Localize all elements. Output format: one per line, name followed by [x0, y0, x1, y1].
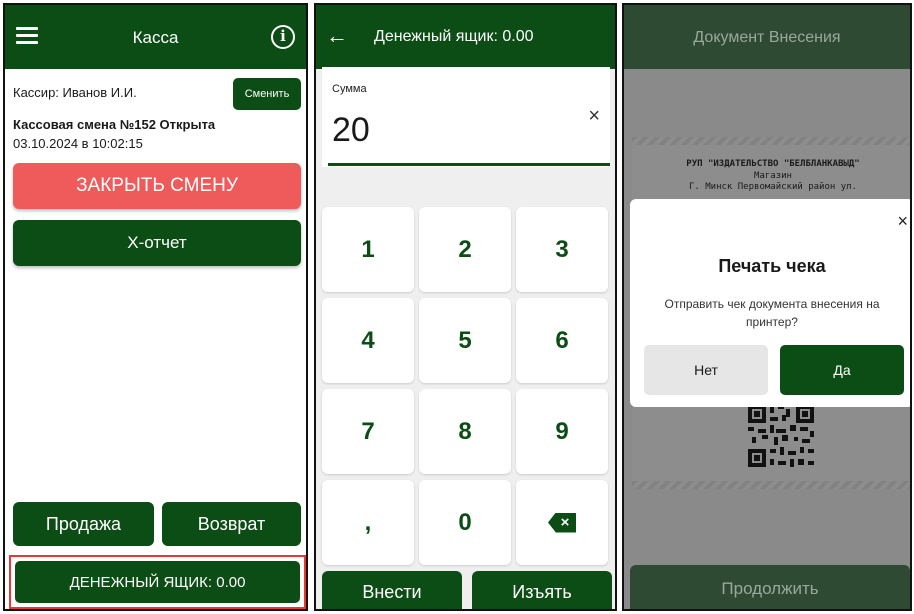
- qr-code-icon: [748, 405, 814, 467]
- receipt-organization: РУП "ИЗДАТЕЛЬСТВО "БЕЛБЛАНКАВЫД": [686, 159, 860, 169]
- key-3[interactable]: 3: [516, 207, 608, 292]
- deposit-document-screen: Документ Внесения РУП "ИЗДАТЕЛЬСТВО "БЕЛ…: [622, 3, 912, 611]
- shift-status: Кассовая смена №152 Открыта: [13, 117, 216, 132]
- screen-title: Денежный ящик: 0.00: [374, 28, 534, 45]
- close-shift-button[interactable]: ЗАКРЫТЬ СМЕНУ: [13, 163, 301, 209]
- sum-underline: [328, 163, 610, 166]
- app-bar: ← Денежный ящик: 0.00: [316, 5, 615, 69]
- app-bar: Документ Внесения: [624, 5, 910, 69]
- shift-date: 03.10.2024 в 10:02:15: [13, 136, 143, 151]
- x-report-button[interactable]: Х-отчет: [13, 220, 301, 266]
- receipt-shop: Магазин: [754, 171, 792, 181]
- key-comma[interactable]: ,: [322, 480, 414, 565]
- backspace-icon: ×: [548, 512, 576, 533]
- cashier-name: Кассир: Иванов И.И.: [13, 85, 137, 100]
- app-bar: Касса i: [5, 5, 306, 69]
- receipt-edge: [632, 137, 910, 145]
- return-button[interactable]: Возврат: [162, 502, 301, 546]
- receipt-address: Г. Минск Первомайский район ул.: [689, 182, 857, 192]
- sum-field[interactable]: Сумма 20 ×: [322, 67, 610, 167]
- key-6[interactable]: 6: [516, 298, 608, 383]
- receipt-edge: [632, 481, 910, 489]
- clear-icon[interactable]: ×: [588, 105, 600, 128]
- key-9[interactable]: 9: [516, 389, 608, 474]
- screen-title: Документ Внесения: [693, 29, 841, 46]
- info-icon[interactable]: i: [271, 25, 295, 49]
- key-5[interactable]: 5: [419, 298, 511, 383]
- continue-button[interactable]: Продолжить: [630, 565, 910, 609]
- sum-input[interactable]: 20: [332, 111, 370, 150]
- close-icon[interactable]: ×: [897, 211, 908, 232]
- screen-title: Касса: [132, 28, 179, 47]
- dialog-title: Печать чека: [718, 256, 826, 276]
- backspace-key[interactable]: ×: [516, 480, 608, 565]
- sale-button[interactable]: Продажа: [13, 502, 154, 546]
- key-0[interactable]: 0: [419, 480, 511, 565]
- sum-label: Сумма: [332, 83, 367, 95]
- kassa-screen: Касса i Кассир: Иванов И.И. Сменить Касс…: [3, 3, 308, 611]
- yes-button[interactable]: Да: [780, 345, 904, 395]
- key-1[interactable]: 1: [322, 207, 414, 292]
- change-cashier-button[interactable]: Сменить: [233, 78, 301, 110]
- key-8[interactable]: 8: [419, 389, 511, 474]
- no-button[interactable]: Нет: [644, 345, 768, 395]
- cash-drawer-screen: ← Денежный ящик: 0.00 Сумма 20 × 1 2 3 4…: [314, 3, 617, 611]
- dialog-message: Отправить чек документа внесения на прин…: [664, 297, 880, 329]
- key-2[interactable]: 2: [419, 207, 511, 292]
- drawer-highlight: ДЕНЕЖНЫЙ ЯЩИК: 0.00: [9, 555, 306, 609]
- key-7[interactable]: 7: [322, 389, 414, 474]
- arrow-left-icon[interactable]: ←: [326, 23, 348, 49]
- cash-drawer-button[interactable]: ДЕНЕЖНЫЙ ЯЩИК: 0.00: [15, 561, 300, 603]
- numeric-keypad: 1 2 3 4 5 6 7 8 9 , 0 ×: [322, 207, 612, 565]
- deposit-button[interactable]: Внести: [322, 571, 462, 609]
- print-receipt-dialog: × Печать чека Отправить чек документа вн…: [630, 199, 910, 407]
- key-4[interactable]: 4: [322, 298, 414, 383]
- withdraw-button[interactable]: Изъять: [472, 571, 612, 609]
